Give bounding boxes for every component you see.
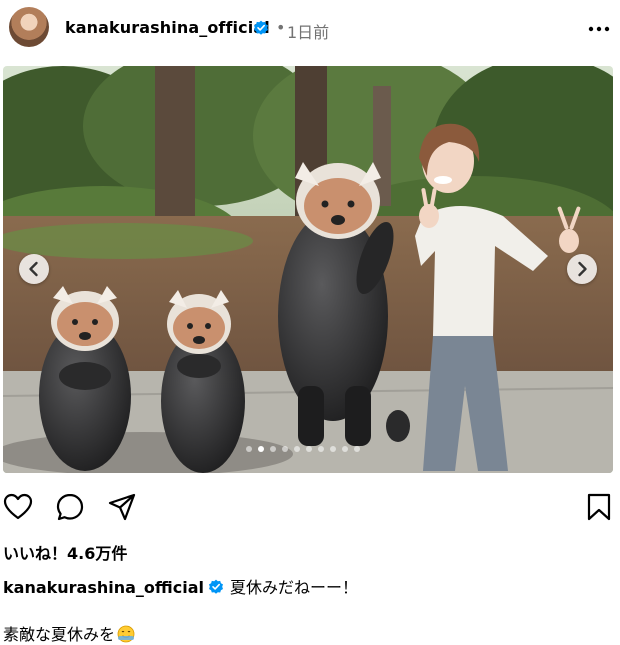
- post-header: kanakurashina_official • 1日前: [0, 0, 620, 58]
- post-action-bar: [0, 488, 620, 522]
- avatar[interactable]: [9, 7, 49, 47]
- likes-count[interactable]: いいね！4.6万件: [3, 540, 127, 564]
- carousel-indicator: [246, 446, 386, 454]
- comment-icon[interactable]: [55, 492, 85, 522]
- carousel-dot: [330, 446, 336, 452]
- caption: kanakurashina_official 夏休みだねーー！: [3, 574, 358, 598]
- park-photo-illustration: [3, 66, 613, 473]
- carousel-dot: [270, 446, 276, 452]
- carousel-dot: [282, 446, 288, 452]
- caption-username[interactable]: kanakurashina_official: [3, 578, 204, 597]
- post-time[interactable]: 1日前: [287, 19, 329, 43]
- caption-text-second: 素敵な夏休みを: [3, 625, 116, 644]
- verified-badge-icon: [209, 579, 224, 594]
- carousel-dot: [246, 446, 252, 452]
- carousel-dot: [354, 446, 360, 452]
- send-icon[interactable]: [107, 492, 137, 522]
- carousel-next-button[interactable]: [567, 254, 597, 284]
- carousel-dot: [318, 446, 324, 452]
- post-photo[interactable]: [3, 66, 613, 473]
- carousel-dot: [342, 446, 348, 452]
- caption-text: 夏休みだねーー！: [230, 578, 359, 597]
- chevron-right-icon: [578, 261, 587, 277]
- smiling-face-emoji: [117, 625, 135, 643]
- bookmark-icon[interactable]: [584, 492, 614, 522]
- username-link[interactable]: kanakurashina_official: [65, 18, 270, 37]
- more-options-icon[interactable]: [587, 18, 611, 40]
- separator-dot: •: [276, 18, 286, 37]
- carousel-prev-button[interactable]: [19, 254, 49, 284]
- carousel-dot: [294, 446, 300, 452]
- verified-badge-icon: [254, 20, 268, 35]
- carousel-dot: [306, 446, 312, 452]
- caption-second-line: 素敵な夏休みを: [3, 621, 135, 645]
- chevron-left-icon: [29, 261, 38, 277]
- heart-icon[interactable]: [3, 492, 33, 522]
- carousel-dot-active: [258, 446, 264, 452]
